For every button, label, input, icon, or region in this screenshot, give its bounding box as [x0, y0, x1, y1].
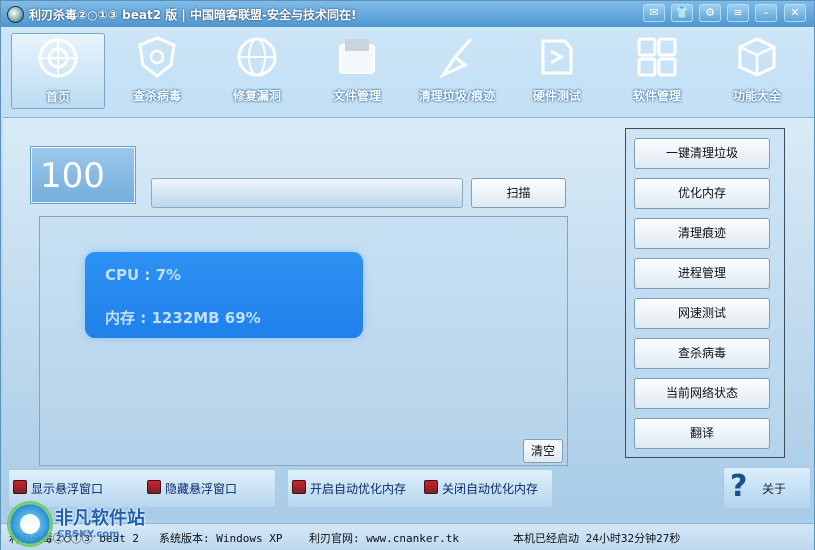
- close-icon[interactable]: ✕: [784, 4, 806, 22]
- app-window: 利刃杀毒②○①③ beat2 版 | 中国暗客联盟-安全与技术同在! ✉ 👕 ⚙…: [0, 0, 815, 550]
- shield-virus-icon: [138, 36, 176, 78]
- clear-button[interactable]: 清空: [523, 439, 563, 463]
- grid-apps-icon: [637, 37, 677, 77]
- network-status-button[interactable]: 当前网络状态: [634, 378, 770, 409]
- tool-label: 首页: [45, 90, 70, 104]
- speed-test-button[interactable]: 网速测试: [634, 298, 770, 329]
- system-stats-card: CPU : 7% 内存 : 1232MB 69%: [85, 252, 363, 338]
- disable-auto-label: 关闭自动优化内存: [442, 482, 539, 496]
- title-bar[interactable]: 利刃杀毒②○①③ beat2 版 | 中国暗客联盟-安全与技术同在! ✉ 👕 ⚙…: [1, 1, 814, 27]
- toolbox-icon: [147, 480, 161, 494]
- status-uptime: 本机已经启动 24小时32分钟27秒: [513, 532, 681, 545]
- scan-virus-button[interactable]: 查杀病毒: [634, 338, 770, 369]
- toolbox-icon: [13, 480, 27, 494]
- tool-hardware[interactable]: 硬件测试: [511, 33, 603, 107]
- box-icon: [738, 37, 776, 77]
- disable-auto-optimize-button[interactable]: 关闭自动优化内存: [424, 479, 538, 499]
- watermark-text: 非凡软件站: [55, 508, 145, 529]
- help-icon: ?: [730, 469, 748, 504]
- show-float-label: 显示悬浮窗口: [31, 482, 104, 496]
- scan-button[interactable]: 扫描: [471, 178, 566, 208]
- status-website: 利刃官网: www.cnanker.tk: [309, 532, 459, 545]
- memory-usage: 内存 : 1232MB 69%: [105, 309, 261, 327]
- tool-scan-virus[interactable]: 查杀病毒: [111, 33, 203, 107]
- clean-traces-button[interactable]: 清理痕迹: [634, 218, 770, 249]
- one-click-clean-button[interactable]: 一键清理垃圾: [634, 138, 770, 169]
- window-title: 利刃杀毒②○①③ beat2 版 | 中国暗客联盟-安全与技术同在!: [29, 8, 357, 22]
- tool-label: 文件管理: [332, 89, 381, 103]
- tool-label: 修复漏洞: [232, 89, 281, 103]
- process-manager-button[interactable]: 进程管理: [634, 258, 770, 289]
- health-score: 100: [31, 147, 135, 203]
- optimize-memory-button[interactable]: 优化内存: [634, 178, 770, 209]
- float-window-bar: 显示悬浮窗口 隐藏悬浮窗口: [8, 469, 276, 508]
- about-label: 关于: [762, 482, 787, 496]
- enable-auto-optimize-button[interactable]: 开启自动优化内存: [292, 479, 406, 499]
- file-folder-icon: [339, 39, 375, 74]
- menu-icon[interactable]: ≡: [727, 4, 749, 22]
- watermark-subtext: CRSKY.com: [57, 529, 120, 540]
- watermark-logo: [7, 501, 53, 547]
- tool-repair[interactable]: 修复漏洞: [211, 33, 303, 107]
- feedback-icon[interactable]: ✉: [643, 4, 665, 22]
- settings-icon[interactable]: ⚙: [699, 4, 721, 22]
- minimize-icon[interactable]: –: [755, 4, 777, 22]
- hide-float-window-button[interactable]: 隐藏悬浮窗口: [147, 479, 237, 499]
- tool-label: 功能大全: [732, 89, 781, 103]
- app-logo-icon: [7, 6, 24, 23]
- about-button[interactable]: ? 关于: [723, 467, 811, 509]
- cpu-usage: CPU : 7%: [105, 266, 182, 284]
- tool-files[interactable]: 文件管理: [311, 33, 403, 107]
- hide-float-label: 隐藏悬浮窗口: [165, 482, 238, 496]
- tool-label: 软件管理: [632, 89, 681, 103]
- tool-label: 硬件测试: [532, 89, 581, 103]
- tool-clean[interactable]: 清理垃圾/痕迹: [411, 33, 503, 107]
- repair-globe-icon: [237, 37, 277, 77]
- home-target-icon: [38, 38, 78, 78]
- tool-label: 清理垃圾/痕迹: [418, 89, 496, 103]
- tool-software[interactable]: 软件管理: [611, 33, 703, 107]
- tool-features[interactable]: 功能大全: [711, 33, 803, 107]
- enable-auto-label: 开启自动优化内存: [310, 482, 407, 496]
- tool-label: 查杀病毒: [132, 89, 181, 103]
- scan-progress-bar: [151, 178, 463, 208]
- toolbox-icon: [292, 480, 306, 494]
- main-toolbar: 首页 查杀病毒 修复漏洞 文件管理 清理垃圾/痕迹 硬件测试 软件管理 功能大全: [1, 27, 814, 113]
- broom-icon: [438, 38, 473, 79]
- quick-actions-panel: 一键清理垃圾 优化内存 清理痕迹 进程管理 网速测试 查杀病毒 当前网络状态 翻…: [625, 128, 785, 458]
- toolbox-icon: [424, 480, 438, 494]
- status-os-version: 系统版本: Windows XP: [159, 532, 283, 545]
- auto-optimize-bar: 开启自动优化内存 关闭自动优化内存: [287, 469, 553, 508]
- skin-icon[interactable]: 👕: [671, 4, 693, 22]
- tool-home[interactable]: 首页: [11, 33, 105, 109]
- show-float-window-button[interactable]: 显示悬浮窗口: [13, 479, 103, 499]
- hardware-icon: [541, 39, 573, 75]
- translate-button[interactable]: 翻译: [634, 418, 770, 449]
